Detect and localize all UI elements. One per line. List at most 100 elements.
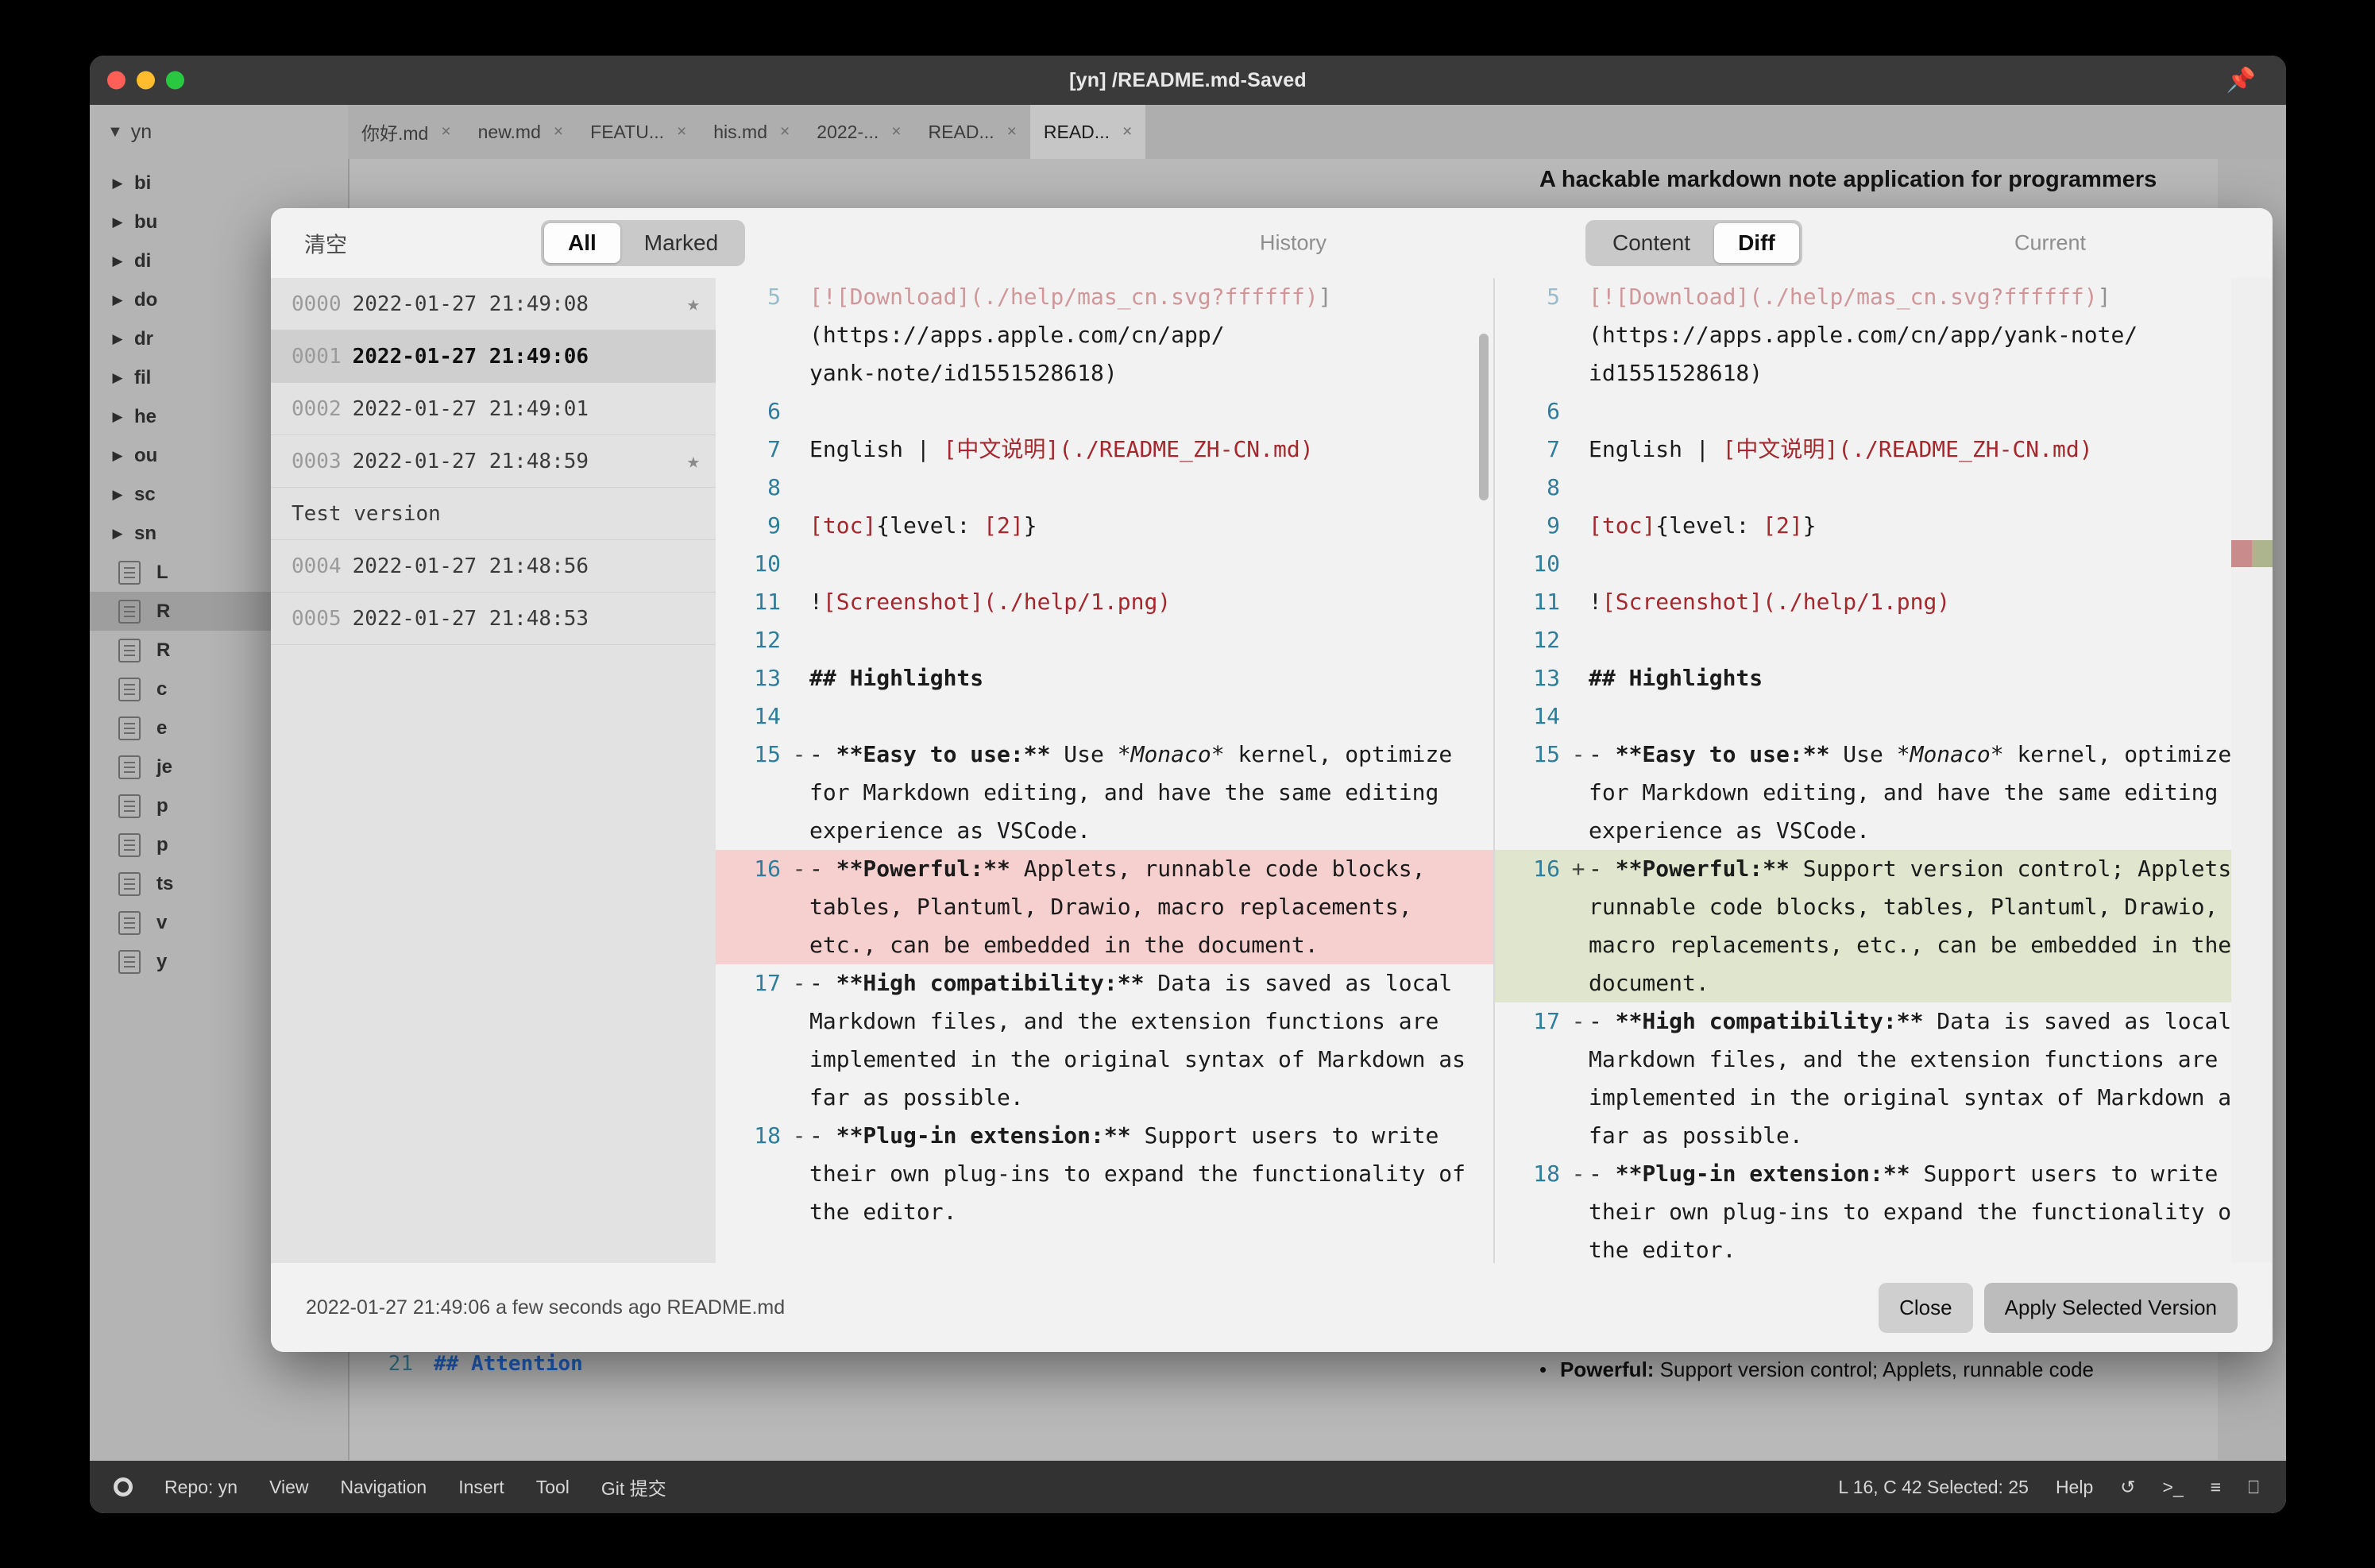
diff-line-history-4: 7 English | [中文说明](./README_ZH-CN.md) [716, 431, 1493, 469]
diff-line-text [809, 621, 1493, 659]
history-list[interactable]: 0000 2022-01-27 21:49:08 ★ 0001 2022-01-27 2… [271, 278, 716, 1263]
diff-line-sign: - [1571, 1161, 1585, 1187]
tab-1[interactable]: new.md × [465, 105, 577, 159]
status-view[interactable]: View [269, 1477, 308, 1498]
history-icon[interactable]: ↺ [2120, 1477, 2135, 1498]
diff-line-text: - **High compatibility:** Data is saved … [809, 964, 1493, 1117]
close-icon[interactable]: × [554, 122, 563, 141]
diff-text-span: (./README_ZH-CN.md) [1838, 436, 2093, 462]
chevron-right-icon: ▶ [112, 175, 123, 191]
diff-line-number [1495, 316, 1568, 354]
history-item-1[interactable]: 0001 2022-01-27 21:49:06 [271, 330, 716, 383]
mode-content-option[interactable]: Content [1589, 223, 1714, 263]
diff-line-current-0: 5 [![Download](./help/mas_cn.svg?ffffff)] [1495, 278, 2273, 316]
filetree-item-label: bi [134, 172, 152, 194]
close-icon[interactable]: × [441, 122, 450, 141]
diff-pane-history[interactable]: 5 [![Download](./help/mas_cn.svg?ffffff)]… [716, 278, 1495, 1263]
filetree-root[interactable]: ▼ yn [90, 105, 348, 159]
close-icon[interactable]: × [1122, 122, 1132, 141]
presentation-icon[interactable]: ⎕ [2248, 1477, 2259, 1498]
diff-line-number: 13 [754, 665, 781, 691]
diff-line-sign [789, 621, 809, 659]
diff-line-number: 6 [1547, 398, 1560, 424]
history-item-0[interactable]: 0000 2022-01-27 21:49:08 ★ [271, 278, 716, 330]
diff-line-number: 8 [1547, 474, 1560, 500]
tab-2[interactable]: FEATU... × [577, 105, 700, 159]
diff-line-number: 6 [767, 398, 781, 424]
file-icon [118, 677, 141, 701]
history-pane-label: History [1260, 230, 1327, 255]
tab-6[interactable]: READ... × [1029, 105, 1146, 159]
tab-4[interactable]: 2022-... × [803, 105, 914, 159]
diff-line-history-11: 14 [716, 697, 1493, 736]
history-item-4[interactable]: 0004 2022-01-27 21:48:56 [271, 540, 716, 593]
filter-marked-option[interactable]: Marked [620, 223, 742, 263]
diff-text-span: (./help/mas_cn.svg?ffffff) [1749, 284, 2098, 310]
chevron-right-icon: ▶ [112, 447, 123, 463]
diff-line-history-8: 11 ![Screenshot](./help/1.png) [716, 583, 1493, 621]
tab-3[interactable]: his.md × [700, 105, 803, 159]
close-button[interactable]: Close [1879, 1282, 1973, 1333]
status-repo[interactable]: Repo: yn [164, 1477, 238, 1498]
diff-line-number: 10 [754, 550, 781, 577]
status-insert[interactable]: Insert [458, 1477, 504, 1498]
diff-line-current-3: 6 [1495, 392, 2273, 431]
clear-history-button[interactable]: 清空 [304, 228, 347, 259]
close-icon[interactable]: × [677, 122, 686, 141]
apply-selected-version-button[interactable]: Apply Selected Version [1983, 1282, 2238, 1333]
maximize-window-button[interactable] [166, 71, 184, 90]
pin-icon[interactable]: 📌 [2226, 67, 2256, 95]
filetree-item-0[interactable]: ▶ bi [90, 164, 348, 203]
filter-toggle[interactable]: All Marked [541, 220, 746, 266]
status-navigation[interactable]: Navigation [341, 1477, 427, 1498]
close-window-button[interactable] [107, 71, 126, 90]
close-icon[interactable]: × [1007, 122, 1017, 141]
terminal-icon[interactable]: >_ [2163, 1477, 2184, 1498]
traffic-lights[interactable] [107, 71, 184, 90]
sliders-icon[interactable]: ≡ [2211, 1477, 2221, 1498]
mode-diff-option[interactable]: Diff [1714, 223, 1799, 263]
close-icon[interactable]: × [780, 122, 790, 141]
view-mode-toggle[interactable]: Content Diff [1585, 220, 1802, 266]
history-item-5[interactable]: 0005 2022-01-27 21:48:53 [271, 593, 716, 645]
diff-line-number: 14 [754, 703, 781, 729]
diff-line-text: id1551528618) [1589, 354, 2273, 392]
history-item-2[interactable]: 0002 2022-01-27 21:49:01 [271, 383, 716, 435]
diff-line-current-12: 15- - **Easy to use:** Use *Monaco* kerne… [1495, 736, 2273, 850]
star-icon[interactable]: ★ [687, 449, 700, 473]
gear-icon[interactable] [114, 1477, 133, 1497]
diff-text-span: - [1589, 855, 1616, 882]
tab-5[interactable]: READ... × [915, 105, 1030, 159]
diff-text-span: **High compatibility:** [836, 970, 1145, 996]
diff-line-current-5: 8 [1495, 469, 2273, 507]
tab-0[interactable]: 你好.md × [348, 105, 465, 159]
status-tool[interactable]: Tool [536, 1477, 570, 1498]
diff-pane-current[interactable]: 5 [![Download](./help/mas_cn.svg?ffffff)]… [1495, 278, 2273, 1263]
history-item-timestamp: 2022-01-27 21:48:53 [352, 606, 589, 631]
diff-overview-ruler[interactable] [2231, 278, 2273, 1263]
diff-line-sign [789, 278, 809, 316]
history-item-3[interactable]: 0003 2022-01-27 21:48:59 ★ [271, 435, 716, 488]
diff-line-sign [789, 545, 809, 583]
filter-all-option[interactable]: All [544, 223, 620, 263]
filetree-item-label: he [134, 405, 157, 427]
diff-line-number [716, 354, 789, 392]
close-icon[interactable]: × [891, 122, 901, 141]
preview-bullet-text: Powerful: Support version control; Apple… [1560, 1358, 2095, 1381]
chevron-right-icon: ▶ [112, 486, 123, 502]
diff-text-span: (https://apps.apple.com/cn/app/yank-note… [1589, 322, 2138, 348]
star-icon[interactable]: ★ [687, 292, 700, 316]
minimize-window-button[interactable] [137, 71, 155, 90]
filetree-item-label: L [156, 561, 168, 583]
diff-line-history-7: 10 [716, 545, 1493, 583]
filetree-item-label: bu [134, 210, 158, 233]
diff-line-text: [toc]{level: [2]} [1589, 507, 2273, 545]
history-item-index: 0003 [292, 449, 342, 473]
status-git-commit[interactable]: Git 提交 [601, 1473, 666, 1500]
scrollbar-history[interactable] [1479, 334, 1489, 500]
diff-line-sign: - [792, 855, 806, 882]
history-item-timestamp: 2022-01-27 21:49:06 [352, 344, 589, 369]
diff-line-history-6: 9 [toc]{level: [2]} [716, 507, 1493, 545]
chevron-down-icon: ▼ [107, 122, 123, 141]
help-link[interactable]: Help [2056, 1477, 2093, 1498]
